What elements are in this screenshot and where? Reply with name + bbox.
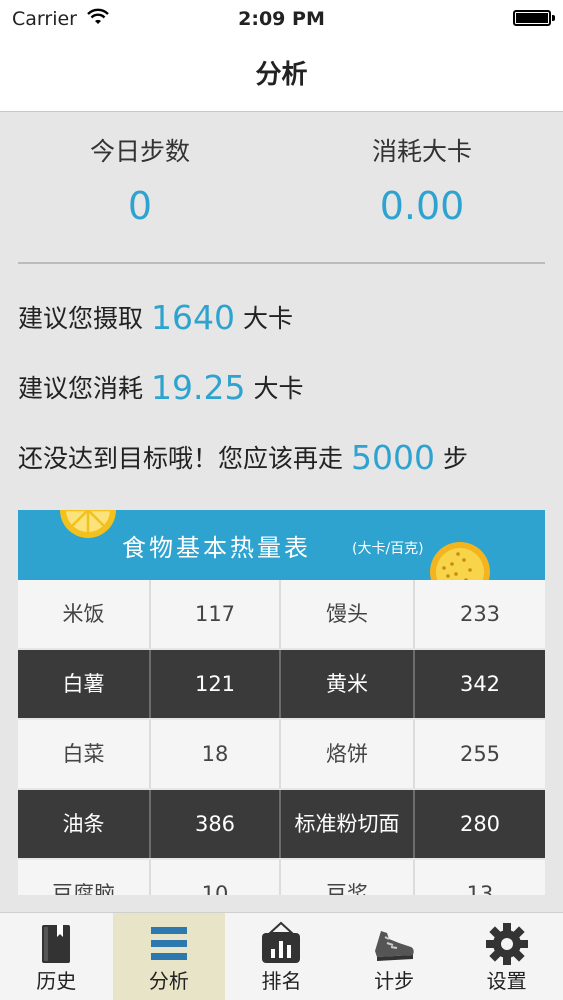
goal-value: 5000 xyxy=(351,438,435,477)
table-row: 米饭 117 馒头 233 xyxy=(18,580,545,648)
tab-label: 设置 xyxy=(486,969,527,993)
burn-value: 19.25 xyxy=(151,368,246,407)
food-name: 烙饼 xyxy=(281,720,415,788)
food-name: 白薯 xyxy=(18,650,151,718)
table-row: 白薯 121 黄米 342 xyxy=(18,650,545,718)
intake-value: 1640 xyxy=(151,298,235,337)
food-table-title: 食物基本热量表 xyxy=(122,534,311,562)
intake-unit: 大卡 xyxy=(243,304,294,333)
tab-settings[interactable]: 设置 xyxy=(450,913,563,1000)
tab-label: 排名 xyxy=(261,969,302,993)
calories-label: 消耗大卡 xyxy=(371,137,472,166)
chart-board-icon xyxy=(262,921,301,963)
food-name: 白菜 xyxy=(18,720,151,788)
food-calories: 18 xyxy=(151,720,281,788)
tab-history[interactable]: 历史 xyxy=(0,913,113,1000)
food-table-unit: (大卡/百克) xyxy=(352,541,424,557)
table-row: 油条 386 标准粉切面 280 xyxy=(18,790,545,858)
table-row: 豆腐脑 10 豆浆 13 xyxy=(18,860,545,895)
tab-label: 历史 xyxy=(36,969,77,993)
goal-suggestion: 还没达到目标哦！您应该再走 5000 步 xyxy=(18,438,468,477)
tab-label: 计步 xyxy=(374,969,415,993)
food-calories: 255 xyxy=(415,720,545,788)
status-bar: Carrier 2:09 PM xyxy=(0,0,563,40)
food-name: 豆浆 xyxy=(281,860,415,895)
food-table-body: 米饭 117 馒头 233 白薯 121 黄米 342 白菜 18 烙饼 255… xyxy=(18,580,545,895)
list-icon xyxy=(150,927,187,960)
food-calories: 280 xyxy=(415,790,545,858)
intake-prefix: 建议您摄取 xyxy=(18,304,144,333)
food-calorie-table[interactable]: 食物基本热量表 (大卡/百克) 米饭 117 馒头 233 白薯 121 黄米 … xyxy=(18,510,545,895)
steps-value: 0 xyxy=(127,184,153,228)
food-calories: 386 xyxy=(151,790,281,858)
tab-label: 分析 xyxy=(148,969,189,993)
lemon-slice-icon xyxy=(60,510,116,538)
tab-bar: 历史 分析 排名 计步 设置 xyxy=(0,912,563,1000)
tab-pedometer[interactable]: 计步 xyxy=(338,913,451,1000)
intake-suggestion: 建议您摄取 1640 大卡 xyxy=(18,298,293,337)
food-calories: 13 xyxy=(415,860,545,895)
battery-icon xyxy=(513,10,555,26)
food-name: 黄米 xyxy=(281,650,415,718)
food-calories: 342 xyxy=(415,650,545,718)
steps-label: 今日步数 xyxy=(89,137,190,166)
shoe-icon xyxy=(375,931,414,961)
food-calories: 10 xyxy=(151,860,281,895)
tab-ranking[interactable]: 排名 xyxy=(225,913,338,1000)
clock: 2:09 PM xyxy=(238,8,325,30)
burn-prefix: 建议您消耗 xyxy=(18,374,144,403)
food-table-header: 食物基本热量表 (大卡/百克) xyxy=(18,510,545,580)
divider xyxy=(18,262,545,264)
gear-icon xyxy=(485,923,528,965)
food-calories: 117 xyxy=(151,580,281,648)
food-name: 标准粉切面 xyxy=(281,790,415,858)
food-name: 油条 xyxy=(18,790,151,858)
food-name: 米饭 xyxy=(18,580,151,648)
tab-analysis[interactable]: 分析 xyxy=(112,913,226,1000)
goal-unit: 步 xyxy=(443,444,469,473)
food-calories: 121 xyxy=(151,650,281,718)
food-name: 豆腐脑 xyxy=(18,860,151,895)
burn-unit: 大卡 xyxy=(253,374,304,403)
calories-value: 0.00 xyxy=(379,184,465,228)
table-row: 白菜 18 烙饼 255 xyxy=(18,720,545,788)
navigation-bar: 分析 xyxy=(0,40,563,112)
food-calories: 233 xyxy=(415,580,545,648)
food-name: 馒头 xyxy=(281,580,415,648)
orange-slice-icon xyxy=(430,542,490,580)
page-title: 分析 xyxy=(255,60,308,90)
book-icon xyxy=(42,925,71,963)
burn-suggestion: 建议您消耗 19.25 大卡 xyxy=(18,368,304,407)
goal-prefix: 还没达到目标哦！您应该再走 xyxy=(18,444,344,473)
